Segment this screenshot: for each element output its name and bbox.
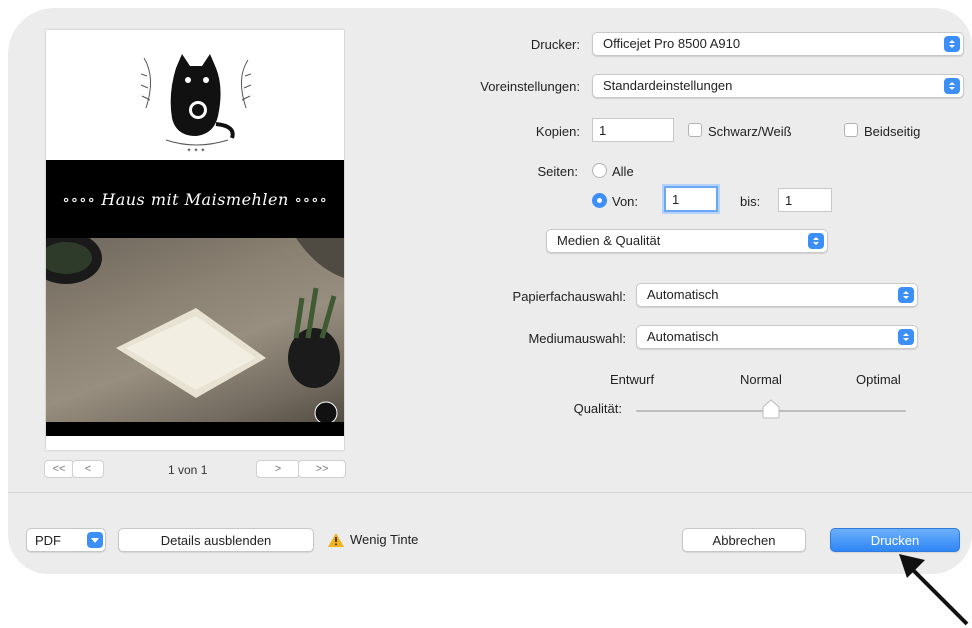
- cat-illustration: ✦ ✦ ✦: [140, 54, 252, 154]
- popup-arrows-icon: [944, 36, 960, 52]
- popup-arrows-icon: [944, 78, 960, 94]
- preview-footer-strip: [46, 422, 344, 436]
- cancel-button[interactable]: Abbrechen: [682, 528, 806, 552]
- pdf-label: PDF: [35, 532, 61, 548]
- printer-label: Drucker:: [530, 37, 580, 52]
- presets-select[interactable]: Standardeinstellungen: [592, 74, 964, 98]
- footer-divider: [8, 492, 972, 493]
- print-preview: ✦ ✦ ✦ ∘∘∘∘ Haus mit Maismehlen ∘∘∘∘: [46, 30, 344, 450]
- pdf-menu-button[interactable]: PDF: [26, 528, 106, 552]
- quality-tick-normal: Normal: [740, 372, 782, 387]
- quality-slider-thumb[interactable]: [762, 399, 780, 419]
- copies-label: Kopien:: [535, 124, 580, 139]
- pages-to-label: bis:: [740, 194, 761, 209]
- printer-value: Officejet Pro 8500 A910: [603, 36, 741, 51]
- popup-arrows-icon: [898, 329, 914, 345]
- quality-tick-best: Optimal: [856, 372, 901, 387]
- presets-label: Voreinstellungen:: [480, 79, 580, 94]
- popup-arrows-icon: [898, 287, 914, 303]
- hide-details-button[interactable]: Details ausblenden: [118, 528, 314, 552]
- last-page-button[interactable]: >>: [298, 460, 346, 478]
- printer-select[interactable]: Officejet Pro 8500 A910: [592, 32, 964, 56]
- chevron-down-icon: [87, 532, 103, 548]
- paper-feed-select[interactable]: Automatisch: [636, 283, 918, 307]
- previous-page-button[interactable]: <: [72, 460, 104, 478]
- paper-feed-value: Automatisch: [647, 287, 719, 302]
- preview-banner: ∘∘∘∘ Haus mit Maismehlen ∘∘∘∘: [46, 160, 344, 238]
- pages-from-input[interactable]: 1: [664, 186, 718, 212]
- pages-from-label: Von:: [612, 194, 639, 209]
- pages-range-radio[interactable]: [592, 193, 607, 208]
- copies-input[interactable]: 1: [592, 118, 674, 142]
- quality-label: Qualität:: [573, 401, 622, 416]
- page-indicator: 1 von 1: [168, 463, 208, 477]
- black-white-checkbox[interactable]: [688, 123, 702, 137]
- pointer-arrow-icon: [899, 554, 969, 626]
- paper-feed-label: Papierfachauswahl:: [512, 289, 626, 304]
- quality-tick-draft: Entwurf: [610, 372, 655, 387]
- duplex-checkbox[interactable]: [844, 123, 858, 137]
- media-value: Automatisch: [647, 329, 719, 344]
- media-select[interactable]: Automatisch: [636, 325, 918, 349]
- svg-text:✦ ✦ ✦: ✦ ✦ ✦: [187, 147, 206, 154]
- next-page-button[interactable]: >: [256, 460, 300, 478]
- section-value: Medien & Qualität: [557, 233, 661, 248]
- first-page-button[interactable]: <<: [44, 460, 74, 478]
- low-ink-warning[interactable]: Wenig Tinte: [350, 532, 418, 547]
- warning-icon: [328, 533, 344, 547]
- preview-photo: [46, 238, 344, 436]
- media-label: Mediumauswahl:: [528, 331, 626, 346]
- print-dialog: ✦ ✦ ✦ ∘∘∘∘ Haus mit Maismehlen ∘∘∘∘ << <…: [8, 8, 972, 574]
- section-select[interactable]: Medien & Qualität: [546, 229, 828, 253]
- pages-all-radio[interactable]: [592, 163, 607, 178]
- duplex-label: Beidseitig: [864, 124, 921, 139]
- presets-value: Standardeinstellungen: [603, 78, 733, 93]
- pages-all-label: Alle: [612, 164, 634, 179]
- pages-label: Seiten:: [537, 164, 578, 179]
- popup-arrows-icon: [808, 233, 824, 249]
- black-white-label: Schwarz/Weiß: [708, 124, 792, 139]
- pages-to-input[interactable]: 1: [778, 188, 832, 212]
